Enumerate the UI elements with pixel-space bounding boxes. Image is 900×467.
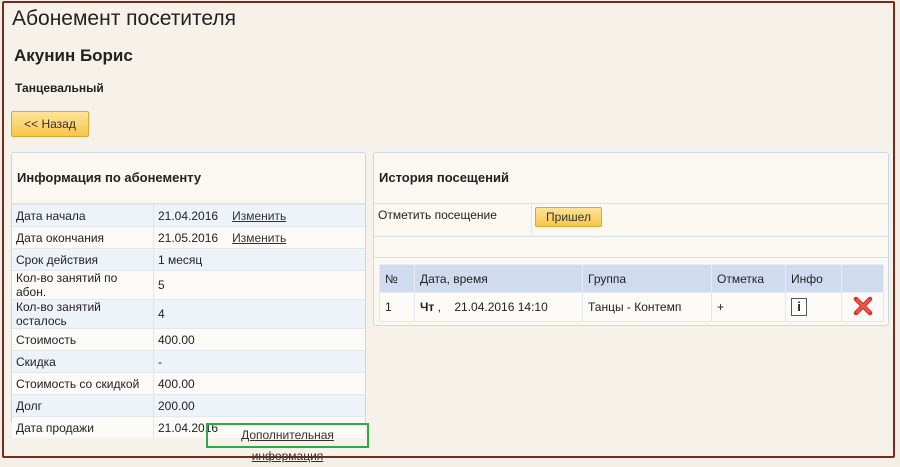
visit-day: Чт [420, 300, 435, 314]
column-header-info: Инфо [785, 264, 842, 293]
column-header-actions [841, 264, 884, 293]
row-label: Долг [12, 394, 154, 417]
row-value: 5 [153, 270, 365, 300]
column-header-mark: Отметка [711, 264, 786, 293]
visit-history-heading: История посещений [374, 153, 888, 204]
visit-datetime-cell: Чт , 21.04.2016 14:10 [414, 292, 583, 322]
row-value: - [153, 350, 365, 373]
row-label: Скидка [12, 350, 154, 373]
subscription-info-panel: Информация по абонементу Дата начала 21.… [11, 152, 366, 438]
end-date-value: 21.05.2016 [158, 230, 219, 245]
table-row: Стоимость со скидкой 400.00 [12, 372, 365, 395]
info-button[interactable]: i [791, 298, 807, 316]
table-row: Дата начала 21.04.2016 Изменить [12, 204, 365, 227]
table-row: Стоимость 400.00 [12, 328, 365, 351]
table-row: Долг 200.00 [12, 394, 365, 417]
back-button[interactable]: << Назад [11, 111, 89, 137]
row-value: 200.00 [153, 394, 365, 417]
mark-visit-row: Отметить посещение Пришел [374, 204, 888, 237]
row-value: 4 [153, 299, 365, 329]
page-title: Абонемент посетителя [12, 7, 237, 30]
mark-visit-label: Отметить посещение [374, 204, 532, 236]
visit-group: Танцы - Контемп [582, 292, 712, 322]
club-name: Танцевальный [15, 81, 104, 95]
visits-table: № Дата, время Группа Отметка Инфо 1 Чт ,… [379, 264, 884, 322]
came-button[interactable]: Пришел [535, 207, 602, 227]
visit-info-cell: i [785, 292, 842, 322]
row-value: 21.04.2016 Изменить [153, 204, 365, 227]
table-row: Кол-во занятий осталось 4 [12, 299, 365, 329]
row-value: 400.00 [153, 328, 365, 351]
row-label: Стоимость со скидкой [12, 372, 154, 395]
spacer-row [374, 237, 888, 258]
visit-separator: , [437, 300, 441, 314]
column-header-number: № [379, 264, 415, 293]
visit-history-panel: История посещений Отметить посещение При… [373, 152, 889, 326]
start-date-value: 21.04.2016 [158, 208, 219, 223]
change-start-date-link[interactable]: Изменить [232, 209, 286, 223]
change-end-date-link[interactable]: Изменить [232, 231, 286, 245]
visit-delete-cell [841, 292, 884, 322]
table-row: 1 Чт , 21.04.2016 14:10 Танцы - Контемп … [379, 292, 884, 322]
table-row: Дата окончания 21.05.2016 Изменить [12, 226, 365, 249]
row-label: Дата начала [12, 204, 154, 227]
more-info-link[interactable]: Дополнительная информация [206, 423, 369, 463]
row-label: Дата окончания [12, 226, 154, 249]
row-label: Стоимость [12, 328, 154, 351]
subscription-info-table: Дата начала 21.04.2016 Изменить Дата окон… [12, 204, 365, 438]
subscription-info-heading: Информация по абонементу [12, 153, 365, 204]
delete-icon[interactable] [853, 296, 873, 319]
row-value: 21.05.2016 Изменить [153, 226, 365, 249]
person-name: Акунин Борис [14, 46, 133, 65]
row-label: Кол-во занятий по абон. [12, 270, 154, 300]
table-row: Скидка - [12, 350, 365, 373]
column-header-datetime: Дата, время [414, 264, 583, 293]
table-row: Кол-во занятий по абон. 5 [12, 270, 365, 300]
row-label: Дата продажи [12, 416, 154, 438]
row-label: Срок действия [12, 248, 154, 271]
row-value: 400.00 [153, 372, 365, 395]
visits-header-row: № Дата, время Группа Отметка Инфо [379, 264, 884, 293]
table-row: Срок действия 1 месяц [12, 248, 365, 271]
column-header-group: Группа [582, 264, 712, 293]
visit-number: 1 [379, 292, 415, 322]
visit-mark: + [711, 292, 786, 322]
row-value: 1 месяц [153, 248, 365, 271]
row-label: Кол-во занятий осталось [12, 299, 154, 329]
visit-datetime: 21.04.2016 14:10 [454, 300, 548, 314]
